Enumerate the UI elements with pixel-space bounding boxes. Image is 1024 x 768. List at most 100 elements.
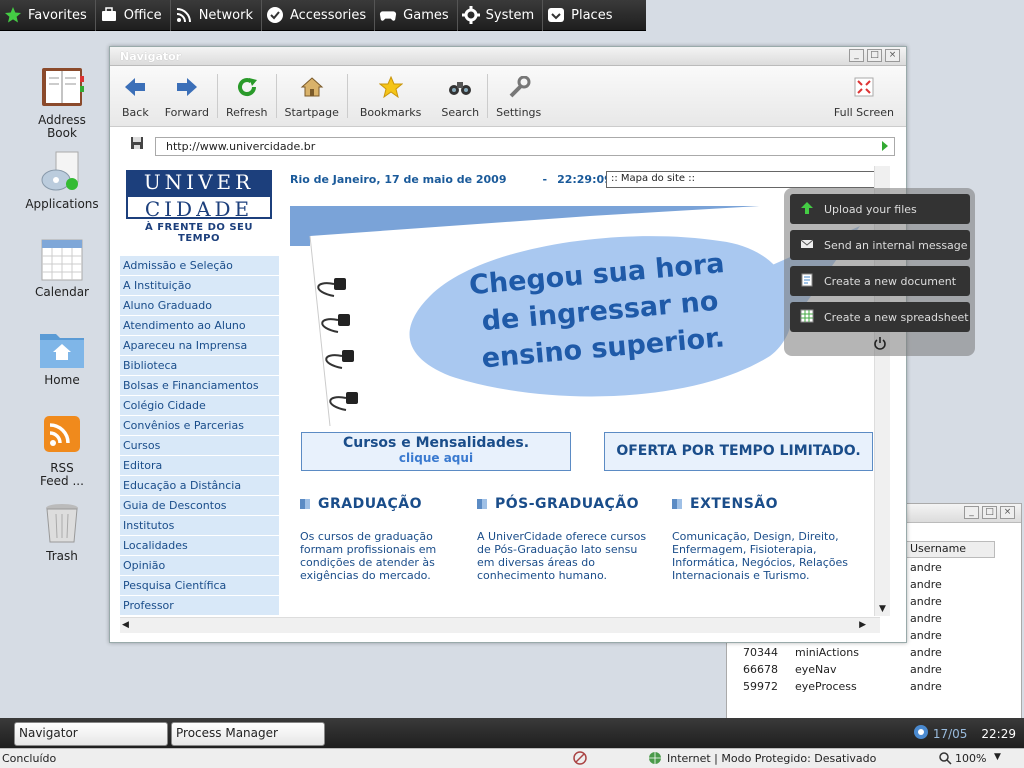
startpage-button[interactable]: Startpage [277, 66, 347, 126]
scroll-left-icon[interactable]: ◀ [122, 620, 129, 630]
table-row[interactable]: 59972 eyeProcess andre [727, 680, 1017, 697]
bookmarks-button[interactable]: Bookmarks [348, 66, 433, 126]
menu-link[interactable]: Aluno Graduado [120, 296, 279, 316]
address-bar[interactable]: http://www.univercidade.br [155, 137, 895, 156]
sitemap-select[interactable]: :: Mapa do site :: ▼ [606, 171, 888, 188]
task-navigator[interactable]: Navigator [14, 722, 168, 746]
minimize-button[interactable]: _ [849, 49, 864, 62]
oferta-button[interactable]: OFERTA POR TEMPO LIMITADO. [604, 432, 873, 471]
site-logo[interactable]: UNIVER CIDADE À FRENTE DO SEU TEMPO [126, 170, 272, 244]
security-icon[interactable] [573, 751, 587, 768]
name-cell: miniActions [795, 646, 859, 659]
menu-link[interactable]: Opinião [120, 556, 279, 576]
menu-link[interactable]: Bolsas e Financiamentos [120, 376, 279, 396]
menu-link[interactable]: Guia de Descontos [120, 496, 279, 516]
menu-places[interactable]: Places [543, 0, 620, 31]
menu-link[interactable]: A Instituição [120, 276, 279, 296]
full-screen-button[interactable]: Full Screen [826, 66, 902, 126]
new-document-button[interactable]: Create a new document [790, 266, 970, 296]
search-button[interactable]: Search [433, 66, 487, 126]
close-button[interactable]: × [1000, 506, 1015, 519]
zoom-level[interactable]: 100% [955, 752, 986, 765]
scroll-right-icon[interactable]: ▶ [859, 620, 866, 630]
menu-link[interactable]: Apareceu na Imprensa [120, 336, 279, 356]
bullet-icon [300, 499, 310, 509]
power-icon[interactable] [873, 336, 887, 353]
menu-link[interactable]: Educação a Distância [120, 476, 279, 496]
desktop-icon-home[interactable]: Home [18, 326, 106, 387]
window-titlebar[interactable]: Navigator _ □ × [110, 47, 906, 66]
menu-link[interactable]: Localidades [120, 536, 279, 556]
desktop-icon-calendar[interactable]: Calendar [18, 238, 106, 299]
menu-link[interactable]: Biblioteca [120, 356, 279, 376]
menu-link[interactable]: Colégio Cidade [120, 396, 279, 416]
close-button[interactable]: × [885, 49, 900, 62]
user-cell: andre [910, 629, 942, 642]
desktop-icon-rss-feed[interactable]: RSS Feed ... [18, 414, 106, 488]
bullet-icon [477, 499, 487, 509]
menu-link[interactable]: Pesquisa Científica [120, 576, 279, 596]
menu-network[interactable]: Network [171, 0, 262, 31]
menu-label: Games [403, 7, 449, 23]
menu-link[interactable]: Cursos [120, 436, 279, 456]
menu-office[interactable]: Office [96, 0, 171, 31]
menu-games[interactable]: Games [375, 0, 458, 31]
star-icon [4, 6, 22, 24]
security-zone: Internet | Modo Protegido: Desativado [667, 752, 877, 765]
window-title: Navigator [120, 50, 182, 63]
section-title[interactable]: GRADUAÇÃO [300, 496, 480, 512]
menu-link[interactable]: Institutos [120, 516, 279, 536]
clock[interactable]: 17/05 22:29 [913, 724, 1016, 743]
task-process-manager[interactable]: Process Manager [171, 722, 325, 746]
upload-files-button[interactable]: Upload your files [790, 194, 970, 224]
desktop-icon-applications[interactable]: Applications [18, 150, 106, 211]
section-title[interactable]: PÓS-GRADUAÇÃO [477, 496, 657, 512]
maximize-button[interactable]: □ [982, 506, 997, 519]
settings-button[interactable]: Settings [488, 66, 549, 126]
button-label: Forward [164, 106, 209, 119]
menu-link[interactable]: Convênios e Parcerias [120, 416, 279, 436]
section-title[interactable]: EXTENSÃO [672, 496, 852, 512]
section-pos-graduacao: PÓS-GRADUAÇÃO A UniverCidade oferece cur… [477, 496, 657, 582]
refresh-button[interactable]: Refresh [218, 66, 276, 126]
section-extensao: EXTENSÃO Comunicação, Design, Direito, E… [672, 496, 852, 582]
inbox-icon [547, 6, 565, 24]
chevron-down-icon[interactable]: ▼ [994, 752, 1001, 762]
scroll-down-icon[interactable]: ▼ [879, 604, 886, 614]
desktop-icon-trash[interactable]: Trash [18, 502, 106, 563]
name-cell: eyeProcess [795, 680, 857, 693]
menu-label: Favorites [28, 7, 87, 23]
save-icon[interactable] [130, 136, 144, 153]
cursos-mensalidades-button[interactable]: Cursos e Mensalidades. clique aqui [301, 432, 571, 471]
desktop-icon-address-book[interactable]: Address Book [18, 66, 106, 140]
calendar-icon [38, 238, 86, 282]
pid-cell: 70344 [743, 646, 778, 659]
maximize-button[interactable]: □ [867, 49, 882, 62]
minimize-button[interactable]: _ [964, 506, 979, 519]
menu-label: Places [571, 7, 613, 23]
back-arrow-icon [123, 76, 147, 98]
menu-link[interactable]: Atendimento ao Aluno [120, 316, 279, 336]
menu-favorites[interactable]: Favorites [0, 0, 96, 31]
menu-link[interactable]: Admissão e Seleção [120, 256, 279, 276]
new-spreadsheet-button[interactable]: Create a new spreadsheet [790, 302, 970, 332]
menu-accessories[interactable]: Accessories [262, 0, 376, 31]
menu-link[interactable]: Editora [120, 456, 279, 476]
zoom-icon[interactable] [938, 751, 952, 768]
back-button[interactable]: Back [114, 66, 157, 126]
menu-system[interactable]: System [458, 0, 544, 31]
menu-link[interactable]: Professor [120, 596, 279, 616]
horizontal-scrollbar[interactable]: ◀ ▶ [120, 617, 880, 633]
logo-line1: UNIVER [126, 170, 272, 195]
section-text: A UniverCidade oferece cursos de Pós-Gra… [477, 530, 647, 582]
column-header-username[interactable]: Username [905, 541, 995, 558]
send-message-button[interactable]: Send an internal message [790, 230, 970, 260]
forward-button[interactable]: Forward [157, 66, 217, 126]
table-row[interactable]: 66678 eyeNav andre [727, 663, 1017, 680]
briefcase-icon [100, 6, 118, 24]
button-line2: clique aqui [398, 451, 474, 465]
forward-arrow-icon [175, 76, 199, 98]
table-row[interactable]: 70344 miniActions andre [727, 646, 1017, 663]
clock-time: 22:29 [981, 726, 1016, 741]
go-arrow-icon[interactable] [882, 141, 888, 151]
